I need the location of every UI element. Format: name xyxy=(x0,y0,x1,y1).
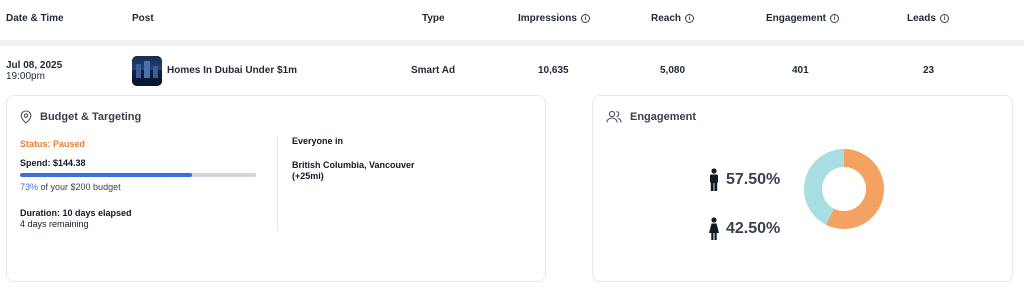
location-pin-icon xyxy=(20,110,32,124)
post-title[interactable]: Homes In Dubai Under $1m xyxy=(167,65,297,76)
row-impressions: 10,635 xyxy=(538,65,569,76)
budget-percent: 73% xyxy=(20,182,39,192)
row-time: 19:00pm xyxy=(6,71,45,82)
info-icon[interactable]: i xyxy=(939,14,949,23)
header-post[interactable]: Post xyxy=(132,13,154,24)
row-date: Jul 08, 2025 19:00pm xyxy=(6,60,63,82)
row-leads: 23 xyxy=(923,65,935,76)
male-stat: 57.50% xyxy=(708,168,780,192)
header-type[interactable]: Type xyxy=(422,13,445,24)
budget-note: 73% of your $200 budget xyxy=(20,182,121,192)
duration-remaining: 4 days remaining xyxy=(20,219,89,229)
engagement-donut-chart xyxy=(804,149,884,229)
audience-location: British Columbia, Vancouver (+25mi) xyxy=(292,160,415,181)
engagement-card-title: Engagement xyxy=(606,110,696,124)
header-impressions[interactable]: Impressions i xyxy=(518,13,590,24)
post-thumbnail[interactable] xyxy=(132,56,162,86)
status-badge: Status: Paused xyxy=(20,139,86,149)
budget-card-title: Budget & Targeting xyxy=(20,110,141,124)
row-type: Smart Ad xyxy=(411,65,456,76)
row-reach: 5,080 xyxy=(660,65,686,76)
female-stat: 42.50% xyxy=(708,217,780,241)
budget-progress-fill xyxy=(20,173,193,177)
info-icon[interactable]: i xyxy=(830,14,840,23)
header-date[interactable]: Date & Time xyxy=(6,13,64,24)
male-percent: 57.50% xyxy=(726,171,781,188)
budget-progress-bar xyxy=(20,173,256,177)
engagement-card: Engagement 57.50% 42.50% xyxy=(592,95,1013,282)
duration-elapsed: Duration: 10 days elapsed xyxy=(20,208,132,218)
budget-targeting-card: Budget & Targeting Status: Paused Spend:… xyxy=(6,95,546,282)
female-icon xyxy=(709,217,719,240)
card-divider xyxy=(277,136,278,230)
female-percent: 42.50% xyxy=(726,220,781,237)
header-leads[interactable]: Leads i xyxy=(907,13,949,24)
people-icon xyxy=(606,110,622,123)
audience-heading: Everyone in xyxy=(292,136,344,146)
spend-amount: Spend: $144.38 xyxy=(20,158,86,168)
header-reach[interactable]: Reach i xyxy=(651,13,695,24)
duration-info: Duration: 10 days elapsed 4 days remaini… xyxy=(20,208,132,230)
info-icon[interactable]: i xyxy=(685,14,695,23)
table-header: Date & Time Post Type Impressions i Reach… xyxy=(0,0,1024,40)
header-engagement[interactable]: Engagement i xyxy=(766,13,840,24)
table-row[interactable]: Jul 08, 2025 19:00pm Homes In Dubai Unde… xyxy=(0,46,1024,94)
row-engagement: 401 xyxy=(792,65,809,76)
info-icon[interactable]: i xyxy=(580,14,590,23)
male-icon xyxy=(710,168,718,191)
